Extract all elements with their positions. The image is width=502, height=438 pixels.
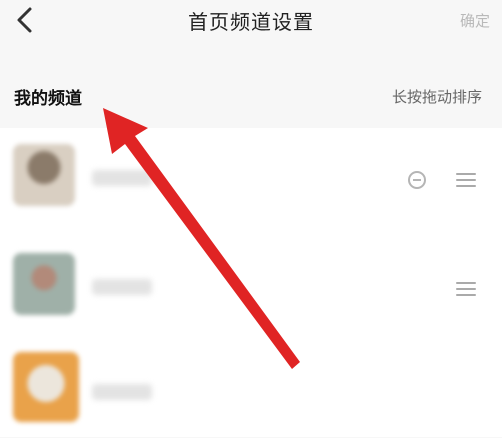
my-channels-header: 我的频道 长按拖动排序 [0, 70, 502, 122]
fade-overlay [370, 340, 502, 437]
channel-avatar [13, 144, 75, 206]
channel-name [92, 170, 152, 186]
drag-handle-icon[interactable] [456, 172, 476, 188]
top-bar: 首页频道设置 确定 [0, 0, 502, 40]
remove-icon[interactable] [408, 171, 426, 189]
sort-hint: 长按拖动排序 [391, 88, 482, 106]
channel-name [92, 384, 152, 400]
drag-handle-icon[interactable] [456, 281, 476, 297]
page-title: 首页频道设置 [188, 10, 314, 34]
channel-avatar [13, 352, 79, 422]
confirm-button[interactable]: 确定 [460, 10, 490, 31]
channel-avatar [13, 253, 75, 315]
channel-row[interactable] [0, 128, 502, 228]
channel-name [92, 279, 152, 295]
channel-row[interactable] [0, 233, 502, 333]
section-title: 我的频道 [14, 89, 82, 109]
